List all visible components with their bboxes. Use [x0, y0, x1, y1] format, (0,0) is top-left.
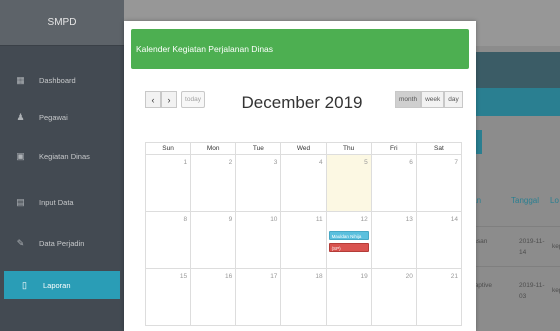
day-number: 6 — [409, 159, 413, 166]
sidebar-item-kegiatan-dinas[interactable]: ▣ Kegiatan Dinas — [0, 142, 124, 170]
sidebar-item-label: Kegiatan Dinas — [39, 151, 90, 161]
sidebar: SMPD ▦ Dashboard ♟ Pegawai ▣ Kegiatan Di… — [0, 0, 124, 331]
table-cell: 03 — [519, 293, 527, 300]
day-number: 18 — [315, 273, 323, 280]
table-cell: 2019-11- — [519, 238, 545, 245]
day-number: 17 — [270, 273, 278, 280]
modal-title: Kalender Kegiatan Perjalanan Dinas — [131, 29, 469, 69]
sidebar-item-input-data[interactable]: ▤ Input Data — [0, 188, 124, 216]
sidebar-item-dashboard[interactable]: ▦ Dashboard — [0, 66, 124, 94]
calendar-day[interactable]: 4 — [280, 155, 325, 211]
weekday-header-row: Sun Mon Tue Wed Thu Fri Sat — [145, 142, 462, 155]
chevron-left-icon: ‹ — [151, 94, 155, 105]
calendar-day[interactable]: 19 — [325, 269, 371, 325]
table-cell: 2019-11- — [519, 282, 545, 289]
calendar-day[interactable]: 21 — [415, 269, 461, 325]
page-banner — [470, 52, 560, 116]
calendar-day[interactable]: 11 — [280, 212, 325, 268]
calendar-day[interactable]: 2 — [190, 155, 235, 211]
calendar-day[interactable]: 8 — [146, 212, 190, 268]
calendar-day[interactable]: 17 — [235, 269, 280, 325]
prev-month-button[interactable]: ‹ — [145, 91, 161, 108]
calendar-day[interactable]: 7 — [415, 155, 461, 211]
sidebar-item-label: Data Perjadin — [39, 238, 85, 248]
calendar-day[interactable]: 13 — [370, 212, 416, 268]
calendar-week: 15 16 17 18 19 20 21 — [145, 269, 462, 326]
user-icon: ♟ — [16, 111, 25, 122]
sidebar-item-label: Input Data — [39, 197, 74, 207]
day-number: 15 — [179, 273, 188, 280]
calendar-event[interactable]: Mauldan Nihija — [328, 231, 369, 240]
day-number: 8 — [183, 216, 188, 223]
calendar-day[interactable]: 16 — [190, 269, 235, 325]
day-number: 14 — [450, 216, 458, 223]
weekday-header: Mon — [190, 143, 235, 154]
sidebar-item-pegawai[interactable]: ♟ Pegawai — [0, 103, 124, 131]
view-switcher: month week day — [395, 91, 463, 108]
table-cell: kep — [552, 287, 560, 294]
month-view-button[interactable]: month — [395, 91, 422, 108]
chevron-right-icon: › — [167, 94, 171, 105]
calendar-day[interactable]: 6 — [370, 155, 416, 211]
day-number: 19 — [360, 273, 368, 280]
day-number: 9 — [228, 216, 233, 223]
calendar-modal: Kalender Kegiatan Perjalanan Dinas Decem… — [124, 21, 476, 331]
calendar-event[interactable]: (SP) — [328, 243, 369, 252]
weekday-header: Sat — [415, 143, 461, 154]
day-number: 12 — [360, 216, 368, 223]
calendar-day[interactable]: 1 — [146, 155, 190, 211]
sidebar-item-label: Dashboard — [39, 75, 76, 85]
day-number: 21 — [450, 273, 458, 280]
calendar-day[interactable]: 15 — [146, 269, 190, 325]
calendar-grid: Sun Mon Tue Wed Thu Fri Sat 1 2 3 4 5 6 … — [145, 142, 462, 326]
sidebar-item-laporan[interactable]: ▯ Laporan — [4, 271, 120, 299]
day-number: 13 — [405, 216, 413, 223]
sidebar-item-label: Pegawai — [39, 112, 68, 122]
calendar-week: 1 2 3 4 5 6 7 — [145, 155, 462, 212]
document-icon: ▯ — [22, 279, 27, 290]
day-number: 11 — [315, 216, 323, 223]
day-number: 5 — [364, 159, 368, 166]
calendar-day[interactable]: 12 Mauldan Nihija (SP) — [325, 212, 371, 268]
today-button[interactable]: today — [181, 91, 205, 108]
calendar-day-today[interactable]: 5 — [325, 155, 371, 211]
sidebar-item-label: Laporan — [43, 280, 71, 290]
calendar-day[interactable]: 9 — [190, 212, 235, 268]
day-number: 10 — [270, 216, 278, 223]
table-cell: kep — [552, 243, 560, 250]
day-number: 20 — [405, 273, 413, 280]
calendar-day[interactable]: 18 — [280, 269, 325, 325]
sidebar-item-data-perjadin[interactable]: ✎ Data Perjadin — [0, 229, 124, 257]
calendar-week: 8 9 10 11 12 Mauldan Nihija (SP) 13 14 — [145, 212, 462, 269]
weekday-header: Thu — [325, 143, 371, 154]
day-number: 4 — [318, 159, 323, 166]
calendar-day[interactable]: 10 — [235, 212, 280, 268]
day-number: 2 — [228, 159, 233, 166]
calendar-day[interactable]: 3 — [235, 155, 280, 211]
calendar-nav: ‹ › today — [145, 91, 205, 108]
keyboard-icon: ▤ — [16, 196, 25, 207]
next-month-button[interactable]: › — [161, 91, 177, 108]
table-header: Tanggal — [511, 196, 540, 205]
table-cell: 14 — [519, 249, 527, 256]
day-view-button[interactable]: day — [444, 91, 463, 108]
pencil-icon: ✎ — [16, 237, 25, 248]
day-number: 16 — [225, 273, 233, 280]
dashboard-icon: ▦ — [16, 74, 25, 85]
brand-logo[interactable]: SMPD — [0, 0, 124, 46]
day-number: 3 — [273, 159, 278, 166]
day-number: 1 — [183, 159, 188, 166]
weekday-header: Fri — [370, 143, 416, 154]
weekday-header: Wed — [280, 143, 325, 154]
weekday-header: Tue — [235, 143, 280, 154]
calendar-day[interactable]: 20 — [370, 269, 416, 325]
table-header: Lo — [550, 196, 559, 205]
day-number: 7 — [454, 159, 458, 166]
week-view-button[interactable]: week — [421, 91, 445, 108]
calendar-icon: ▣ — [16, 150, 25, 161]
weekday-header: Sun — [162, 145, 174, 152]
calendar-day[interactable]: 14 — [415, 212, 461, 268]
